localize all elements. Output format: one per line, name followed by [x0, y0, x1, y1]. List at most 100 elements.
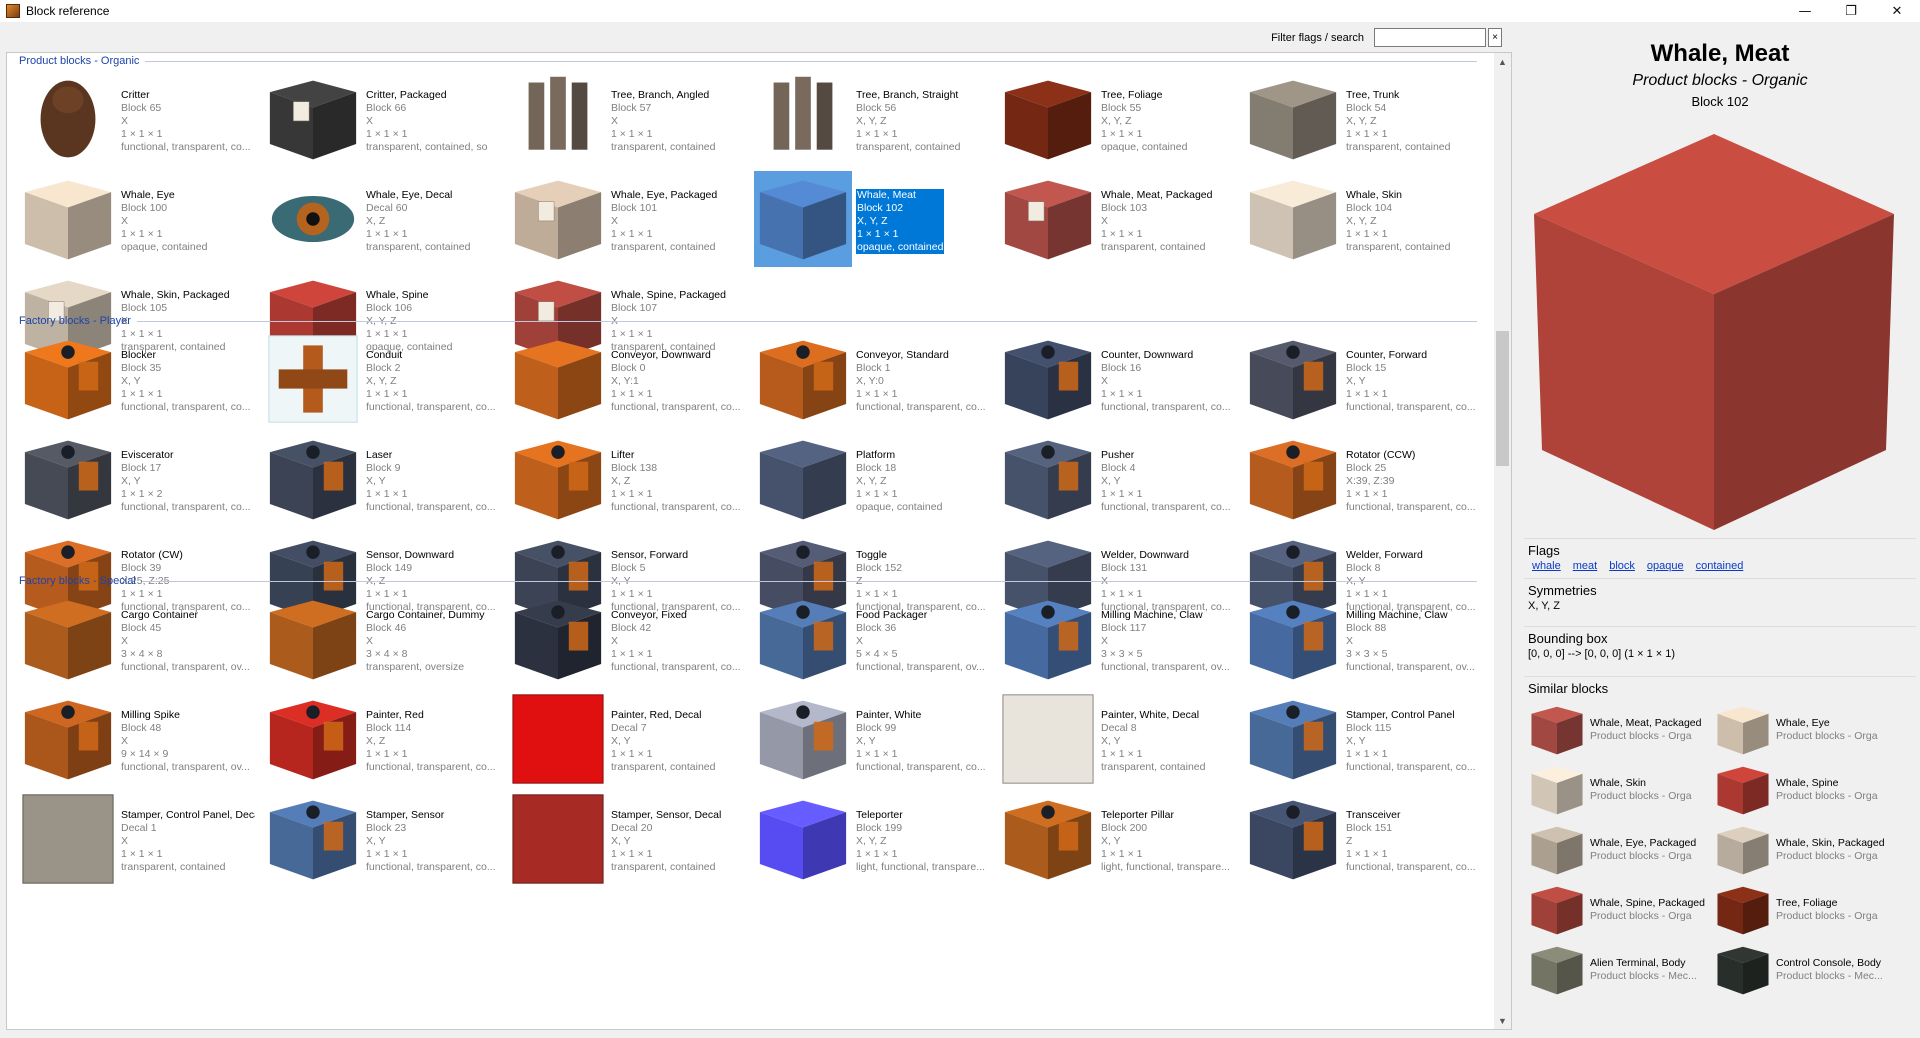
block-item[interactable]: Pusher Block 4 X, Y1 × 1 × 1 functional, tr…	[993, 429, 1238, 529]
block-item[interactable]: Platform Block 18 X, Y, Z1 × 1 × 1 opaque, …	[748, 429, 993, 529]
block-size: 1 × 1 × 1	[1101, 128, 1143, 140]
block-item[interactable]: Painter, Red, Decal Decal 7 X, Y1 × 1 × 1t…	[503, 689, 748, 789]
block-item[interactable]: Whale, Eye, Packaged Block 101 X 1 × 1 × 1t…	[503, 169, 748, 269]
block-symmetry: X, Y	[856, 735, 876, 747]
block-item[interactable]: Painter, White Block 99 X, Y1 × 1 × 1 funct…	[748, 689, 993, 789]
scroll-up-arrow-icon[interactable]: ▲	[1494, 53, 1511, 70]
block-item[interactable]: Conveyor, Standard Block 1 X, Y:0 1 × 1 × 1…	[748, 329, 993, 429]
similar-block-info: Whale, Spine, Packaged Product blocks - O…	[1586, 897, 1710, 923]
block-id: Block 54	[1346, 102, 1387, 114]
block-item[interactable]: Stamper, Control Panel Block 115 X, Y1 × 1…	[1238, 689, 1483, 789]
block-item[interactable]: Cargo Container, Dummy Block 46 X 3 × 4 × 8…	[258, 589, 503, 689]
block-size: 3 × 3 × 5	[1346, 648, 1388, 660]
flag-link[interactable]: opaque	[1647, 560, 1684, 572]
similar-block-item[interactable]: Alien Terminal, Body Product blocks - Mec…	[1528, 940, 1714, 1000]
block-flags: functional, transparent, co...	[121, 401, 251, 413]
block-item[interactable]: Whale, Meat, Packaged Block 103 X 1 × 1 × 1…	[993, 169, 1238, 269]
block-item[interactable]: Tree, Foliage Block 55 X, Y, Z1 × 1 × 1 opa…	[993, 69, 1238, 169]
block-id: Block 65	[121, 102, 162, 114]
flag-link[interactable]: contained	[1696, 560, 1744, 572]
similar-block-item[interactable]: Whale, Eye Product blocks - Orga	[1714, 700, 1900, 760]
block-item[interactable]: Painter, White, Decal Decal 8 X, Y1 × 1 × …	[993, 689, 1238, 789]
block-item[interactable]: Conveyor, Downward Block 0 X, Y:1 1 × 1 × 1…	[503, 329, 748, 429]
block-item[interactable]: Transceiver Block 151 Z 1 × 1 × 1 functional…	[1238, 789, 1483, 889]
flag-link[interactable]: block	[1609, 560, 1635, 572]
block-item[interactable]: Whale, Meat Block 102 X, Y, Z1 × 1 × 1 opaq…	[748, 169, 993, 269]
block-symmetry: X, Y	[1346, 375, 1366, 387]
similar-block-item[interactable]: Tree, Foliage Product blocks - Orga	[1714, 880, 1900, 940]
similar-block-item[interactable]: Whale, Skin, Packaged Product blocks - Or…	[1714, 820, 1900, 880]
block-thumbnail	[1244, 591, 1342, 687]
detail-title: Whale, Meat	[1650, 40, 1790, 67]
block-item[interactable]: Stamper, Sensor Block 23 X, Y1 × 1 × 1 func…	[258, 789, 503, 889]
minimize-button[interactable]: —	[1782, 0, 1828, 22]
filter-search-input[interactable]	[1374, 28, 1486, 47]
block-item[interactable]: Critter Block 65 X 1 × 1 × 1 functional, tra…	[13, 69, 258, 169]
similar-block-category: Product blocks - Orga	[1590, 850, 1692, 862]
block-item[interactable]: Counter, Downward Block 16 X 1 × 1 × 1 funct…	[993, 329, 1238, 429]
maximize-button[interactable]: ❐	[1828, 0, 1874, 22]
block-item[interactable]: Rotator (CCW) Block 25 X:39, Z:39 1 × 1 × 1…	[1238, 429, 1483, 529]
block-symmetry: X, Y	[1101, 735, 1121, 747]
block-id: Block 1	[856, 362, 891, 374]
block-item[interactable]: Conveyor, Fixed Block 42 X 1 × 1 × 1 functio…	[503, 589, 748, 689]
category-divider	[145, 60, 1477, 62]
block-item[interactable]: Whale, Eye, Decal Decal 60 X, Z1 × 1 × 1 tr…	[258, 169, 503, 269]
block-item[interactable]: Teleporter Block 199 X, Y, Z1 × 1 × 1 light…	[748, 789, 993, 889]
block-name: Eviscerator	[121, 449, 174, 461]
block-name: Laser	[366, 449, 393, 461]
block-flags: transparent, contained	[611, 141, 716, 153]
block-symmetry: X, Y, Z	[856, 835, 887, 847]
block-item[interactable]: Conduit Block 2 X, Y, Z1 × 1 × 1 functional…	[258, 329, 503, 429]
block-item[interactable]: Stamper, Sensor, Decal Decal 20 X, Y1 × 1 …	[503, 789, 748, 889]
similar-block-item[interactable]: Whale, Spine Product blocks - Orga	[1714, 760, 1900, 820]
block-info: Rotator (CCW) Block 25 X:39, Z:39 1 × 1 × 1…	[1342, 431, 1480, 527]
block-item[interactable]: Whale, Eye Block 100 X 1 × 1 × 1 opaque, con…	[13, 169, 258, 269]
block-item[interactable]: Milling Spike Block 48 X 9 × 14 × 9 function…	[13, 689, 258, 789]
similar-block-thumbnail	[1528, 941, 1586, 999]
similar-block-name: Whale, Skin, Packaged	[1776, 837, 1885, 849]
similar-block-item[interactable]: Whale, Spine, Packaged Product blocks - O…	[1528, 880, 1714, 940]
block-item[interactable]: Tree, Trunk Block 54 X, Y, Z1 × 1 × 1 trans…	[1238, 69, 1483, 169]
block-list[interactable]: Product blocks - Organic Critter Block 65 X…	[6, 52, 1512, 1030]
flag-link[interactable]: meat	[1573, 560, 1597, 572]
block-item[interactable]: Blocker Block 35 X, Y1 × 1 × 1 functional, …	[13, 329, 258, 429]
block-item[interactable]: Stamper, Control Panel, Decal Decal 1X1 ×…	[13, 789, 258, 889]
block-item[interactable]: Food Packager Block 36 X 5 × 4 × 5 functiona…	[748, 589, 993, 689]
block-item[interactable]: Milling Machine, Claw Block 88 X 3 × 3 × 5f…	[1238, 589, 1483, 689]
block-item[interactable]: Lifter Block 138 X, Z1 × 1 × 1 functional, …	[503, 429, 748, 529]
category-title: Factory blocks - Player	[19, 315, 131, 327]
similar-block-thumbnail	[1528, 761, 1586, 819]
block-item[interactable]: Whale, Skin Block 104 X, Y, Z1 × 1 × 1 tran…	[1238, 169, 1483, 269]
block-thumbnail	[754, 791, 852, 887]
block-thumbnail	[19, 691, 117, 787]
similar-block-item[interactable]: Whale, Meat, Packaged Product blocks - Or…	[1528, 700, 1714, 760]
list-scrollbar[interactable]: ▲ ▼	[1494, 53, 1511, 1029]
block-item[interactable]: Tree, Branch, Angled Block 57 X 1 × 1 × 1 tr…	[503, 69, 748, 169]
scroll-thumb[interactable]	[1496, 331, 1509, 466]
scroll-down-arrow-icon[interactable]: ▼	[1494, 1012, 1511, 1029]
block-symmetry: X	[121, 635, 129, 647]
filter-clear-button[interactable]: ×	[1488, 28, 1502, 47]
block-item[interactable]: Milling Machine, Claw Block 117 X 3 × 3 × 5…	[993, 589, 1238, 689]
similar-block-item[interactable]: Whale, Skin Product blocks - Orga	[1528, 760, 1714, 820]
similar-block-item[interactable]: Control Console, Body Product blocks - Me…	[1714, 940, 1900, 1000]
flag-link[interactable]: whale	[1532, 560, 1561, 572]
similar-block-info: Alien Terminal, Body Product blocks - Mec…	[1586, 957, 1710, 983]
block-item[interactable]: Laser Block 9 X, Y1 × 1 × 1 functional, tra…	[258, 429, 503, 529]
similar-block-item[interactable]: Whale, Eye, Packaged Product blocks - Org…	[1528, 820, 1714, 880]
block-item[interactable]: Painter, Red Block 114 X, Z1 × 1 × 1 functi…	[258, 689, 503, 789]
block-item[interactable]: Cargo Container Block 45 X 3 × 4 × 8 functio…	[13, 589, 258, 689]
block-item[interactable]: Critter, Packaged Block 66 X 1 × 1 × 1 trans…	[258, 69, 503, 169]
block-info: Cargo Container, Dummy Block 46 X 3 × 4 × 8…	[362, 591, 500, 687]
block-item[interactable]: Eviscerator Block 17 X, Y1 × 1 × 2 function…	[13, 429, 258, 529]
block-info: Whale, Skin Block 104 X, Y, Z1 × 1 × 1 tran…	[1342, 171, 1480, 267]
block-item[interactable]: Counter, Forward Block 15 X, Y1 × 1 × 1 fun…	[1238, 329, 1483, 429]
block-name: Sensor, Forward	[611, 549, 689, 561]
block-name: Conveyor, Standard	[856, 349, 949, 361]
close-button[interactable]: ✕	[1874, 0, 1920, 22]
block-item[interactable]: Tree, Branch, Straight Block 56 X, Y, Z1 ×…	[748, 69, 993, 169]
block-thumbnail	[264, 691, 362, 787]
block-item[interactable]: Teleporter Pillar Block 200 X, Y1 × 1 × 1l…	[993, 789, 1238, 889]
block-flags: functional, transparent, co...	[121, 501, 251, 513]
